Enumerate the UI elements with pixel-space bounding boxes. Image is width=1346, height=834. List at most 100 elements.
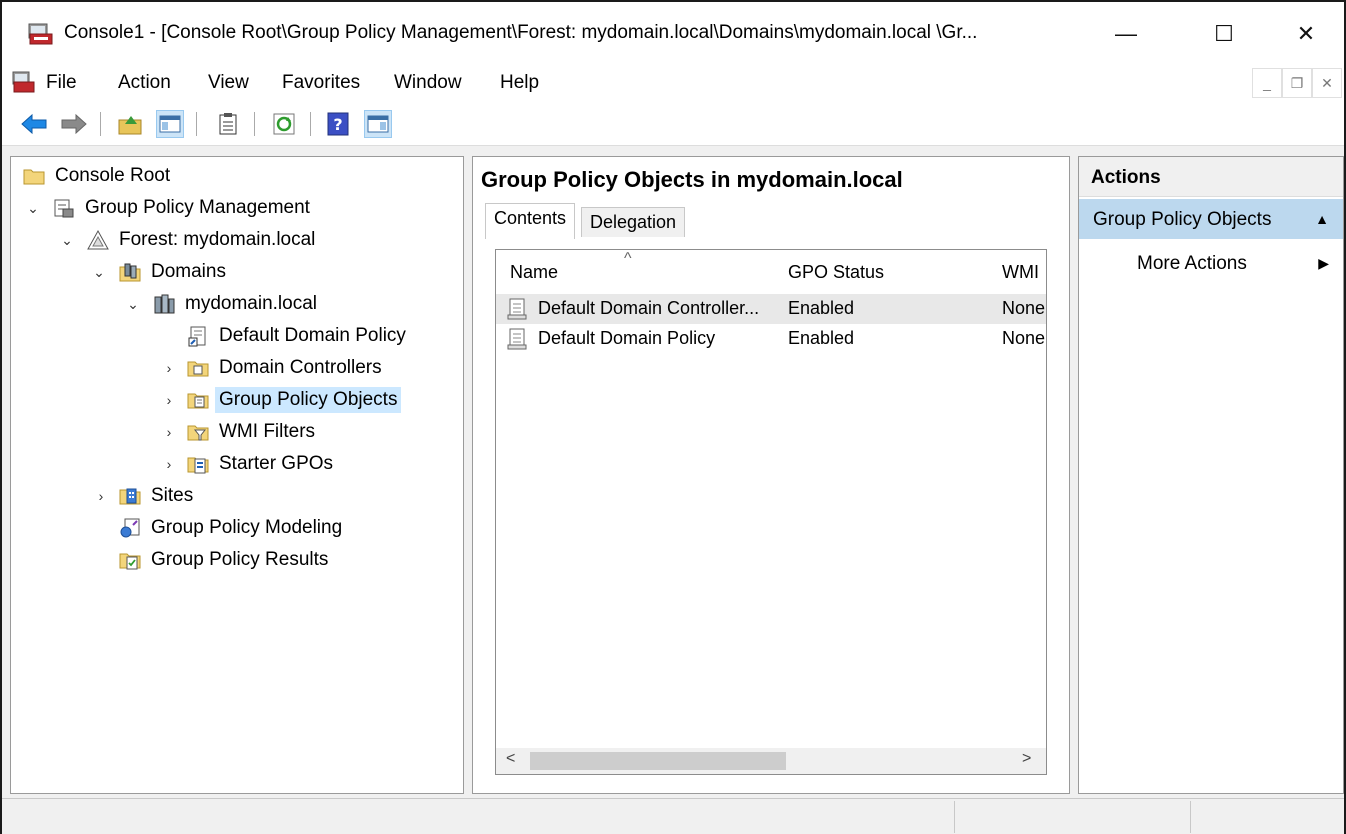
- tree-item-console-root[interactable]: Console Root: [23, 161, 174, 191]
- domains-icon: [119, 263, 141, 282]
- up-level-button[interactable]: [116, 110, 144, 138]
- tree-item-group-policy-results[interactable]: Group Policy Results: [119, 545, 332, 575]
- actions-pane: Actions Group Policy Objects ▲ More Acti…: [1078, 156, 1344, 794]
- tab-delegation[interactable]: Delegation: [581, 207, 686, 237]
- forward-button[interactable]: [60, 110, 88, 138]
- tree-item-wmi-filters[interactable]: WMI Filters: [187, 417, 319, 447]
- tree-item-domains[interactable]: Domains: [119, 257, 230, 287]
- cell-status: Enabled: [788, 298, 855, 318]
- help-button[interactable]: ?: [324, 110, 352, 138]
- expand-gpo-icon[interactable]: ›: [161, 392, 177, 408]
- sort-ascending-icon: ^: [624, 250, 632, 267]
- wmi-folder-icon: [187, 425, 209, 441]
- gpo-folder-icon: [187, 393, 209, 409]
- cell-status: Enabled: [788, 328, 855, 348]
- actions-group-gpo[interactable]: Group Policy Objects ▲: [1079, 199, 1343, 239]
- mdi-controls: _ ❐ ✕: [1252, 68, 1342, 98]
- export-list-button[interactable]: [214, 110, 242, 138]
- menu-action[interactable]: Action: [118, 72, 171, 94]
- minimize-icon: —: [1115, 21, 1137, 46]
- maximize-button[interactable]: ☐: [1194, 14, 1254, 54]
- collapse-domains-icon[interactable]: ⌄: [91, 264, 107, 280]
- back-icon: [21, 113, 47, 135]
- scroll-thumb[interactable]: [530, 752, 786, 770]
- menu-window[interactable]: Window: [394, 72, 462, 94]
- expand-domain-controllers-icon[interactable]: ›: [161, 360, 177, 376]
- submenu-arrow-icon: ▶: [1318, 255, 1329, 271]
- show-hide-action-pane-icon: [367, 115, 389, 133]
- status-panel: [954, 801, 1190, 833]
- tree-item-group-policy-modeling[interactable]: Group Policy Modeling: [119, 513, 346, 543]
- help-icon: ?: [327, 112, 349, 136]
- show-hide-tree-button[interactable]: [156, 110, 184, 138]
- mdi-close-button[interactable]: ✕: [1312, 68, 1342, 98]
- expand-sites-icon[interactable]: ›: [93, 488, 109, 504]
- table-row[interactable]: Default Domain Policy Enabled None: [496, 324, 1046, 354]
- mdi-restore-button[interactable]: ❐: [1282, 68, 1312, 98]
- mdi-minimize-button[interactable]: _: [1252, 68, 1282, 98]
- cell-name: Default Domain Policy: [538, 328, 716, 348]
- tree-item-group-policy-objects[interactable]: Group Policy Objects: [187, 385, 402, 415]
- column-header-name[interactable]: Name: [510, 262, 558, 283]
- mmc-app-icon: [28, 23, 53, 45]
- tree-item-mydomain-local[interactable]: mydomain.local: [153, 289, 321, 319]
- scroll-left-icon[interactable]: <: [506, 750, 515, 768]
- refresh-button[interactable]: [270, 110, 298, 138]
- collapse-mydomain-icon[interactable]: ⌄: [125, 296, 141, 312]
- ou-icon: [187, 361, 209, 377]
- starter-gpo-icon: [187, 457, 209, 474]
- up-folder-icon: [118, 116, 142, 135]
- show-hide-tree-icon: [159, 115, 181, 133]
- tree-item-domain-controllers[interactable]: Domain Controllers: [187, 353, 386, 383]
- minimize-button[interactable]: —: [1096, 14, 1156, 54]
- more-actions-label: More Actions: [1137, 253, 1247, 274]
- forest-icon: [87, 229, 109, 250]
- status-panel: [1190, 801, 1344, 833]
- back-button[interactable]: [20, 110, 48, 138]
- svg-text:?: ?: [333, 115, 342, 134]
- menu-help[interactable]: Help: [500, 72, 539, 94]
- close-icon: ✕: [1296, 21, 1316, 46]
- tree-item-starter-gpos[interactable]: Starter GPOs: [187, 449, 337, 479]
- tree-item-forest[interactable]: Forest: mydomain.local: [87, 225, 319, 255]
- console-tree-pane: Console Root ⌄ Group Policy Management ⌄…: [10, 156, 464, 794]
- menu-view[interactable]: View: [208, 72, 249, 94]
- menu-bar: File Action View Favorites Window Help _…: [2, 64, 1344, 102]
- menu-file[interactable]: File: [46, 72, 77, 94]
- cell-wmi: None: [1002, 328, 1046, 348]
- mmc-window: Console1 - [Console Root\Group Policy Ma…: [0, 0, 1346, 834]
- results-pane: Group Policy Objects in mydomain.local C…: [472, 156, 1070, 794]
- mmc-menu-icon[interactable]: [12, 70, 36, 94]
- results-icon: [119, 553, 141, 570]
- toolbar: ?: [2, 102, 1344, 146]
- folder-icon: [23, 169, 45, 185]
- more-actions-item[interactable]: More Actions ▶: [1079, 251, 1343, 281]
- modeling-icon: [120, 518, 140, 538]
- tab-contents[interactable]: Contents: [485, 203, 576, 239]
- close-button[interactable]: ✕: [1276, 14, 1336, 54]
- collapse-forest-icon[interactable]: ⌄: [59, 232, 75, 248]
- tree-item-group-policy-management[interactable]: Group Policy Management: [53, 193, 314, 223]
- table-row[interactable]: Default Domain Controller... Enabled Non…: [496, 294, 1046, 324]
- collapse-gpm-icon[interactable]: ⌄: [25, 200, 41, 216]
- show-hide-action-pane-button[interactable]: [364, 110, 392, 138]
- gpo-scroll-icon: [507, 328, 527, 350]
- maximize-icon: ☐: [1214, 21, 1234, 46]
- window-title: Console1 - [Console Root\Group Policy Ma…: [64, 22, 978, 43]
- forward-icon: [61, 113, 87, 135]
- expand-starter-gpos-icon[interactable]: ›: [161, 456, 177, 472]
- refresh-icon: [273, 113, 295, 135]
- status-bar: [2, 798, 1344, 834]
- column-header-wmi[interactable]: WMI: [1002, 262, 1039, 283]
- column-header-gpo-status[interactable]: GPO Status: [788, 262, 884, 283]
- tree-item-default-domain-policy[interactable]: Default Domain Policy: [187, 321, 410, 351]
- menu-favorites[interactable]: Favorites: [282, 72, 360, 94]
- cell-wmi: None: [1002, 298, 1046, 318]
- expand-wmi-filters-icon[interactable]: ›: [161, 424, 177, 440]
- sites-icon: [119, 488, 141, 505]
- tree-item-sites[interactable]: Sites: [119, 481, 197, 511]
- scroll-right-icon[interactable]: >: [1022, 750, 1031, 768]
- title-bar[interactable]: Console1 - [Console Root\Group Policy Ma…: [2, 2, 1344, 64]
- horizontal-scrollbar[interactable]: < >: [496, 748, 1046, 774]
- collapse-triangle-icon: ▲: [1315, 211, 1329, 227]
